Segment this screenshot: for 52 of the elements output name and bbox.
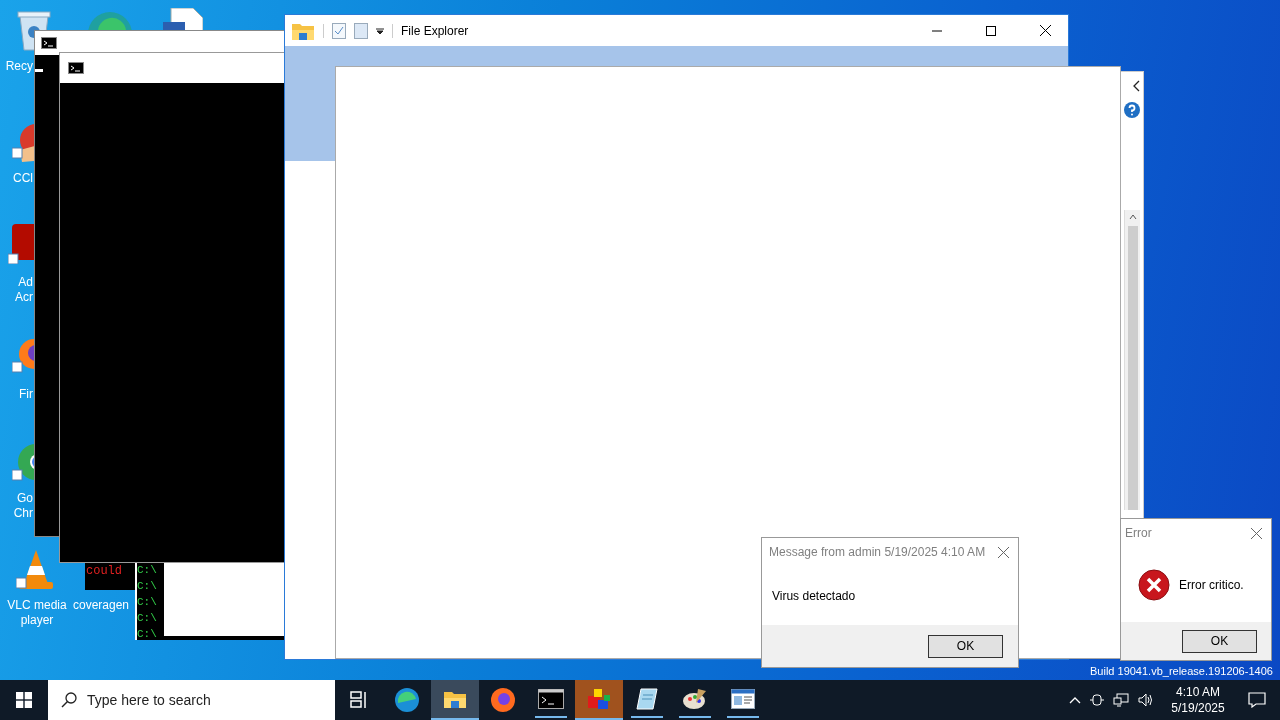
- taskbar-button[interactable]: [431, 680, 479, 720]
- scroll-up-icon: [1128, 214, 1137, 220]
- close-icon: [1039, 25, 1051, 36]
- browser-icon: [490, 687, 516, 713]
- close-button[interactable]: [1249, 526, 1263, 540]
- icon-label[interactable]: Ad Acr: [0, 275, 33, 305]
- browser-icon: [394, 687, 420, 713]
- maximize-icon: [986, 25, 996, 36]
- task-view-icon: [349, 691, 369, 709]
- error-icon: [1138, 568, 1170, 601]
- clock[interactable]: 4:10 AM 5/19/2025: [1162, 684, 1234, 716]
- window-title: File Explorer: [401, 22, 469, 40]
- icon-label[interactable]: Fir: [0, 387, 33, 402]
- cubes-icon: [586, 687, 612, 711]
- palette-icon: [682, 687, 708, 711]
- folder-icon: [443, 689, 467, 709]
- icon-label[interactable]: Go Chr: [0, 491, 33, 521]
- window-icon: [731, 689, 755, 709]
- dialog-message: Error critico.: [1179, 576, 1244, 594]
- console-prompt: C:\: [137, 611, 158, 626]
- volume-icon[interactable]: [1138, 693, 1154, 707]
- console-prompt: C:\: [137, 579, 158, 594]
- search-field[interactable]: Type here to search: [48, 680, 335, 720]
- build-text: Build 19041.vb_release.191206-1406: [1090, 664, 1273, 678]
- chevron-up-icon[interactable]: [1069, 696, 1081, 704]
- dropdown-icon[interactable]: [376, 26, 384, 35]
- minimize-icon: [932, 29, 942, 32]
- device-icon[interactable]: [1090, 693, 1104, 707]
- scroll-thumb[interactable]: [1127, 226, 1138, 510]
- traffic-cone-icon: [16, 548, 56, 592]
- terminal-icon: [68, 62, 84, 74]
- console-prompt: C:\: [137, 595, 158, 610]
- search-icon: [61, 692, 77, 708]
- notification-icon: [1248, 692, 1266, 708]
- windows-logo-icon: [16, 692, 32, 708]
- properties-icon[interactable]: [332, 22, 346, 39]
- console-prompt: C:\: [137, 627, 158, 642]
- dialog-title: Error: [1125, 525, 1152, 542]
- dialog-message: Virus detectado: [772, 587, 856, 605]
- dialog-title: Message from admin 5/19/2025 4:10 AM: [769, 544, 986, 561]
- console-prompt: C:\: [137, 563, 158, 578]
- icon-label[interactable]: CCl: [0, 171, 33, 186]
- terminal-icon: [41, 37, 57, 49]
- ok-button[interactable]: OK: [928, 634, 1003, 658]
- terminal-icon: [538, 689, 564, 709]
- close-button[interactable]: [996, 545, 1010, 559]
- icon-label[interactable]: Recy: [0, 59, 33, 74]
- network-icon[interactable]: [1113, 693, 1129, 707]
- notepad-icon: [635, 687, 659, 711]
- ok-button[interactable]: OK: [1182, 629, 1257, 653]
- help-icon: [1124, 102, 1140, 118]
- console-text: could: [85, 563, 123, 578]
